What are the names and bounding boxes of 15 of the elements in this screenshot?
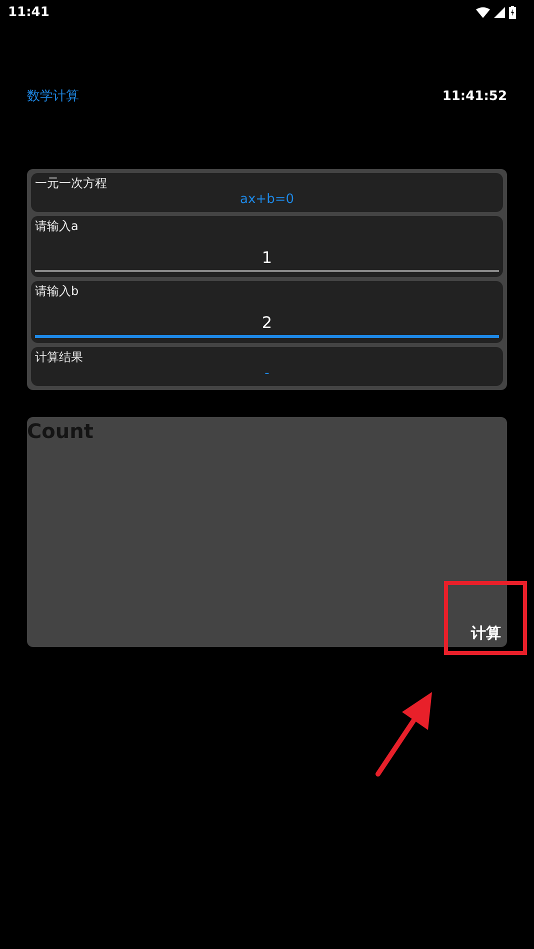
row-label: 计算结果 [35, 349, 84, 365]
row-value: ax+b=0 [239, 191, 295, 209]
calculate-button[interactable]: 计算 [469, 620, 503, 647]
battery-icon [509, 6, 516, 18]
field-label: 请输入b [35, 283, 80, 299]
app-title: 数学计算 [27, 88, 79, 105]
clock-time: 11:41:52 [442, 88, 507, 104]
status-time: 11:41 [8, 4, 50, 20]
signal-icon [494, 6, 505, 18]
input-field[interactable]: 请输入a 1 [31, 216, 503, 277]
field-label: 请输入a [35, 218, 80, 234]
row-label: 一元一次方程 [35, 175, 108, 191]
row-value: - [264, 365, 270, 383]
input-field[interactable]: 请输入b 2 [31, 281, 503, 343]
wifi-icon [476, 6, 490, 18]
